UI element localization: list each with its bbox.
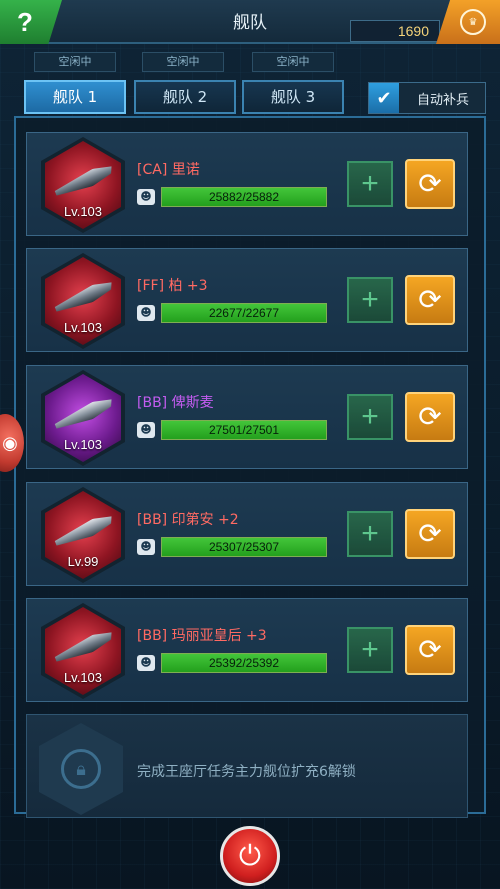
- ship-portrait[interactable]: Lv.99: [41, 487, 125, 583]
- unlock-requirement: 完成王座厅任务主力舰位扩充6解锁: [137, 764, 356, 780]
- ship-name: [BB] 印第安 +2: [137, 512, 239, 528]
- ship-row[interactable]: Lv.103 [BB] 玛丽亚皇后 +3 ☻ 25392/25392 + ⟳: [26, 598, 468, 702]
- coin-shop-button[interactable]: ♛: [436, 0, 500, 44]
- ship-level: Lv.103: [63, 320, 103, 335]
- hp-text: 25882/25882: [208, 190, 280, 204]
- coin-amount: 1690: [397, 23, 429, 39]
- ship-level: Lv.103: [63, 204, 103, 219]
- ship-level: Lv.103: [63, 670, 103, 685]
- locked-ship-slot[interactable]: 🔒︎ 完成王座厅任务主力舰位扩充6解锁: [26, 714, 468, 818]
- swap-ship-button[interactable]: ⟳: [405, 392, 455, 442]
- ship-row[interactable]: Lv.103 [CA] 里诺 ☻ 25882/25882 + ⟳: [26, 132, 468, 236]
- ship-portrait[interactable]: Lv.103: [41, 137, 125, 233]
- tab-fleet-1[interactable]: 舰队 1: [24, 80, 126, 114]
- add-person-icon: +: [361, 517, 379, 550]
- refresh-icon: ⟳: [418, 517, 442, 550]
- fleet-1-status: 空闲中: [34, 52, 116, 72]
- ship-portrait[interactable]: Lv.103: [41, 603, 125, 699]
- top-bar: ? 舰队 1690 ♛: [0, 0, 500, 44]
- swap-ship-button[interactable]: ⟳: [405, 625, 455, 675]
- ship-name: [CA] 里诺: [137, 162, 200, 178]
- add-crew-button[interactable]: +: [347, 511, 393, 557]
- add-crew-button[interactable]: +: [347, 394, 393, 440]
- add-person-icon: +: [361, 400, 379, 433]
- add-person-icon: +: [361, 167, 379, 200]
- hp-bar: 25882/25882: [161, 187, 327, 207]
- coin-counter: 1690: [350, 20, 440, 42]
- refresh-icon: ⟳: [418, 400, 442, 433]
- crew-icon: ☻: [137, 305, 155, 321]
- auto-resupply-label: 自动补兵: [417, 92, 470, 108]
- ship-portrait[interactable]: Lv.103: [41, 370, 125, 466]
- ship-level: Lv.99: [67, 554, 99, 569]
- tab-fleet-2[interactable]: 舰队 2: [134, 80, 236, 114]
- ship-row[interactable]: Lv.103 [BB] 俾斯麦 ☻ 27501/27501 + ⟳: [26, 365, 468, 469]
- ship-name: [BB] 玛丽亚皇后 +3: [137, 628, 267, 644]
- swap-ship-button[interactable]: ⟳: [405, 275, 455, 325]
- add-crew-button[interactable]: +: [347, 277, 393, 323]
- refresh-icon: ⟳: [418, 633, 442, 666]
- power-icon: ⏻: [238, 839, 262, 872]
- hp-bar: 25307/25307: [161, 537, 327, 557]
- crew-icon: ☻: [137, 422, 155, 438]
- fleet-2-status: 空闲中: [142, 52, 224, 72]
- ship-row[interactable]: Lv.99 [BB] 印第安 +2 ☻ 25307/25307 + ⟳: [26, 482, 468, 586]
- hp-bar: 25392/25392: [161, 653, 327, 673]
- power-button[interactable]: ⏻: [220, 826, 280, 886]
- locked-portrait: 🔒︎: [39, 723, 123, 815]
- add-person-icon: +: [361, 633, 379, 666]
- refresh-icon: ⟳: [418, 283, 442, 316]
- ship-level: Lv.103: [63, 437, 103, 452]
- lock-icon: 🔒︎: [61, 749, 101, 789]
- swap-ship-button[interactable]: ⟳: [405, 509, 455, 559]
- tab-fleet-3[interactable]: 舰队 3: [242, 80, 344, 114]
- crew-icon: ☻: [137, 539, 155, 555]
- swap-ship-button[interactable]: ⟳: [405, 159, 455, 209]
- hp-text: 27501/27501: [208, 423, 280, 437]
- hp-bar: 22677/22677: [161, 303, 327, 323]
- add-crew-button[interactable]: +: [347, 161, 393, 207]
- checkmark-icon[interactable]: ✔: [369, 83, 399, 113]
- auto-resupply-toggle[interactable]: ✔ 自动补兵: [368, 82, 486, 114]
- add-crew-button[interactable]: +: [347, 627, 393, 673]
- refresh-icon: ⟳: [418, 167, 442, 200]
- crown-coin-icon: ♛: [460, 9, 486, 35]
- crew-icon: ☻: [137, 655, 155, 671]
- ship-row[interactable]: Lv.103 [FF] 柏 +3 ☻ 22677/22677 + ⟳: [26, 248, 468, 352]
- swirl-icon: ◉: [2, 432, 18, 454]
- crew-icon: ☻: [137, 189, 155, 205]
- hp-text: 25307/25307: [208, 540, 280, 554]
- hp-text: 25392/25392: [208, 656, 280, 670]
- hp-bar: 27501/27501: [161, 420, 327, 440]
- add-person-icon: +: [361, 283, 379, 316]
- fleet-3-status: 空闲中: [252, 52, 334, 72]
- ship-portrait[interactable]: Lv.103: [41, 253, 125, 349]
- ship-name: [BB] 俾斯麦: [137, 395, 214, 411]
- hp-text: 22677/22677: [208, 306, 280, 320]
- ship-name: [FF] 柏 +3: [137, 278, 208, 294]
